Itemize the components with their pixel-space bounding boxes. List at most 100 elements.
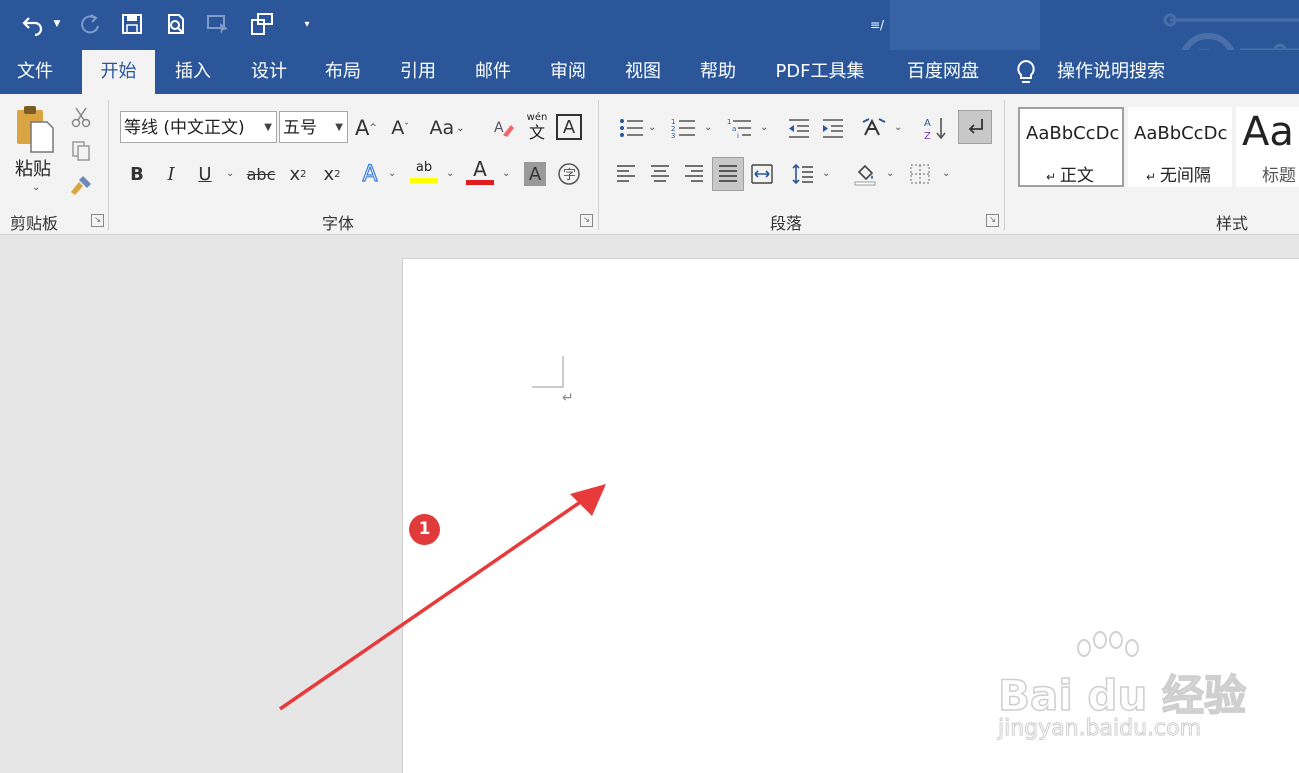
sort-button[interactable]: AZ <box>920 114 950 142</box>
style-normal[interactable]: AaBbCcDc ↵ 正文 <box>1018 107 1124 187</box>
tab-file[interactable]: 文件 <box>0 50 70 94</box>
align-right-icon <box>685 165 703 182</box>
svg-text:A: A <box>494 120 504 136</box>
borders-dropdown[interactable]: ⌄ <box>942 168 950 179</box>
numbering-dropdown[interactable]: ⌄ <box>704 122 712 133</box>
redo-button[interactable] <box>76 10 104 38</box>
tell-me-search[interactable]: 操作说明搜索 <box>1048 50 1174 94</box>
undo-icon <box>22 17 43 36</box>
align-left-button[interactable] <box>612 160 640 188</box>
change-case-button[interactable]: Aa ⌄ <box>424 114 470 142</box>
bullet-list-icon <box>620 119 643 137</box>
paragraph-dialog-launcher[interactable]: ↘ <box>986 214 999 227</box>
bullets-dropdown[interactable]: ⌄ <box>648 122 656 133</box>
style-no-spacing[interactable]: AaBbCcDc ↵ 无间隔 <box>1128 107 1232 187</box>
tab-review[interactable]: 审阅 <box>535 50 601 94</box>
phonetic-guide-button[interactable]: wén 文 <box>526 112 548 142</box>
grow-font-button[interactable]: A ^ <box>352 114 380 142</box>
shading-button[interactable] <box>850 160 880 188</box>
tab-help[interactable]: 帮助 <box>685 50 751 94</box>
bold-button[interactable]: B <box>124 160 150 188</box>
paste-dropdown[interactable]: ⌄ <box>32 182 40 193</box>
undo-button[interactable] <box>18 10 48 38</box>
italic-button[interactable]: I <box>158 160 184 188</box>
tab-layout[interactable]: 布局 <box>310 50 376 94</box>
step-number-badge: 1 <box>409 514 440 545</box>
text-effects-button[interactable]: A <box>356 160 384 188</box>
text-effects-dropdown[interactable]: ⌄ <box>388 168 396 179</box>
svg-text:a: a <box>732 125 736 133</box>
superscript-button[interactable]: x2 <box>318 160 346 188</box>
decrease-indent-icon <box>789 119 809 138</box>
save-button[interactable] <box>118 10 146 38</box>
tab-baidu-netdisk[interactable]: 百度网盘 <box>893 50 993 94</box>
strikethrough-button[interactable]: abc <box>244 160 278 188</box>
multilevel-list-button[interactable]: 1ai <box>724 114 756 142</box>
customize-qat-dropdown[interactable]: ▾ <box>298 10 316 38</box>
styles-group-label: 样式 <box>1216 214 1249 233</box>
distributed-icon <box>751 164 773 184</box>
font-color-dropdown[interactable]: ⌄ <box>502 168 510 179</box>
distributed-button[interactable] <box>748 160 776 188</box>
tab-pdf-tools[interactable]: PDF工具集 <box>765 50 875 94</box>
decrease-indent-button[interactable] <box>784 114 814 142</box>
copy-button[interactable] <box>68 138 94 164</box>
cut-button[interactable] <box>68 104 94 130</box>
show-formatting-marks-button[interactable] <box>958 110 992 144</box>
increase-indent-button[interactable] <box>818 114 848 142</box>
shrink-font-button[interactable]: Aˇ <box>386 114 414 142</box>
highlight-dropdown[interactable]: ⌄ <box>446 168 454 179</box>
line-spacing-dropdown[interactable]: ⌄ <box>822 168 830 179</box>
tab-references[interactable]: 引用 <box>385 50 451 94</box>
tab-insert[interactable]: 插入 <box>160 50 226 94</box>
highlight-color-bar <box>410 178 438 183</box>
clipboard-dialog-launcher[interactable]: ↘ <box>91 214 104 227</box>
paste-button[interactable] <box>12 104 58 154</box>
document-title: ≡/ <box>870 18 885 32</box>
print-preview-button[interactable] <box>162 10 190 38</box>
underline-button[interactable]: U <box>192 160 218 188</box>
blurred-title-region <box>890 0 1040 50</box>
format-painter-button[interactable] <box>68 172 94 198</box>
underline-dropdown[interactable]: ⌄ <box>226 168 234 179</box>
paste-label[interactable]: 粘贴 <box>15 155 51 181</box>
subscript-button[interactable]: x2 <box>284 160 312 188</box>
shading-dropdown[interactable]: ⌄ <box>886 168 894 179</box>
align-right-button[interactable] <box>680 160 708 188</box>
tab-mailings[interactable]: 邮件 <box>460 50 526 94</box>
tab-design[interactable]: 设计 <box>236 50 302 94</box>
font-color-button[interactable]: A <box>466 158 494 188</box>
multilevel-list-icon: 1ai <box>727 118 751 139</box>
justify-button[interactable] <box>712 157 744 191</box>
red-arrow-annotation <box>279 484 606 711</box>
multilevel-list-dropdown[interactable]: ⌄ <box>760 122 768 133</box>
format-painter-icon <box>71 176 91 195</box>
style-heading[interactable]: Aa 标题 <box>1236 107 1299 187</box>
line-spacing-icon <box>792 163 813 185</box>
character-border-button[interactable]: A <box>556 114 582 140</box>
borders-button[interactable] <box>906 160 934 188</box>
numbering-button[interactable]: 123 <box>668 114 700 142</box>
tab-home[interactable]: 开始 <box>82 50 155 94</box>
touch-mode-button[interactable] <box>204 10 232 38</box>
font-dialog-launcher[interactable]: ↘ <box>580 214 593 227</box>
svg-text:i: i <box>737 132 739 139</box>
line-spacing-button[interactable] <box>788 160 818 188</box>
character-shading-button[interactable]: A <box>524 162 546 186</box>
watermark-brand: Bai du 经验 <box>997 670 1246 721</box>
bullets-button[interactable] <box>612 114 652 142</box>
asian-layout-dropdown[interactable]: ⌄ <box>894 122 902 133</box>
group-separator <box>1004 100 1005 230</box>
format-button[interactable] <box>248 10 276 38</box>
font-size-combo[interactable]: 五号 ▼ <box>279 111 348 143</box>
copy-icon <box>72 141 90 161</box>
enclosed-character-icon: 字 <box>558 163 580 185</box>
enclose-characters-button[interactable]: 字 <box>556 160 582 188</box>
asian-layout-button[interactable] <box>858 114 890 142</box>
undo-dropdown[interactable]: ▼ <box>50 10 64 38</box>
tab-view[interactable]: 视图 <box>610 50 676 94</box>
highlight-button[interactable]: ab <box>410 158 438 188</box>
align-center-button[interactable] <box>646 160 674 188</box>
clear-formatting-button[interactable]: A <box>490 114 518 142</box>
font-name-combo[interactable]: 等线 (中文正文) ▼ <box>120 111 277 143</box>
